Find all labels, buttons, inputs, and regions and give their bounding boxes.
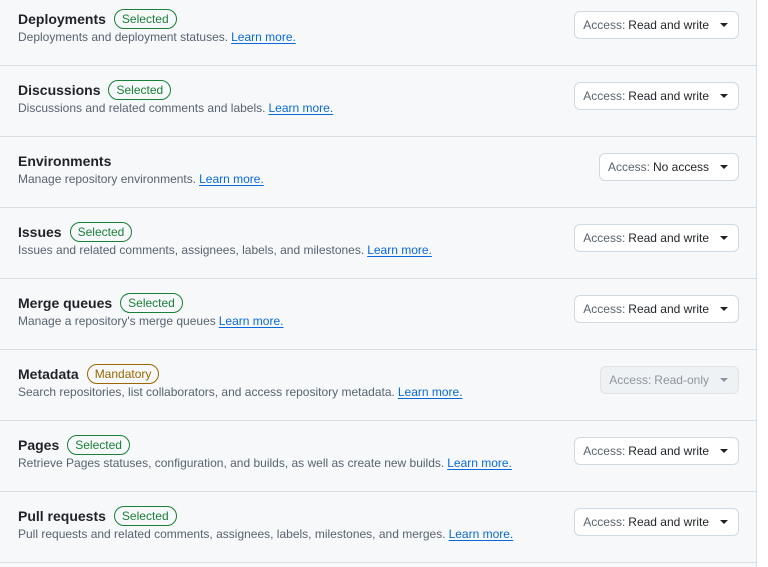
permission-name: Metadata <box>18 366 79 382</box>
permission-row-metadata: Metadata Mandatory Search repositories, … <box>0 350 756 421</box>
selected-badge: Selected <box>67 435 130 455</box>
access-dropdown-button-disabled: Access: Read-only <box>600 366 739 394</box>
permission-description-line: Deployments and deployment statuses. Lear… <box>18 29 296 45</box>
permission-description-line: Discussions and related comments and lab… <box>18 100 333 116</box>
access-value: Read and write <box>628 515 709 529</box>
permission-name: Pull requests <box>18 508 106 524</box>
access-dropdown-button[interactable]: Access: Read and write <box>574 82 739 110</box>
permission-name: Merge queues <box>18 295 113 311</box>
learn-more-link[interactable]: Learn more. <box>449 527 514 541</box>
access-value: No access <box>652 160 709 174</box>
learn-more-link[interactable]: Learn more. <box>447 456 512 470</box>
caret-down-icon <box>720 449 728 453</box>
mandatory-badge: Mandatory <box>86 364 160 384</box>
access-label: Access: <box>609 373 652 387</box>
access-label: Access: <box>583 18 626 32</box>
permission-title-group: Issues Selected <box>18 222 133 242</box>
permission-row-environments: Environments Manage repository environme… <box>0 137 756 208</box>
caret-down-icon <box>720 23 728 27</box>
permission-description-line: Search repositories, list collaborators,… <box>18 384 463 400</box>
access-label: Access: <box>583 302 626 316</box>
access-value: Read and write <box>628 89 709 103</box>
learn-more-link[interactable]: Learn more. <box>268 101 333 115</box>
permission-title-group: Discussions Selected <box>18 80 172 100</box>
caret-down-icon <box>720 520 728 524</box>
permission-row-pull-requests: Pull requests Selected Pull requests and… <box>0 492 756 563</box>
permission-description: Search repositories, list collaborators,… <box>18 385 395 399</box>
caret-down-icon <box>720 236 728 240</box>
repository-permissions-list: Deployments Selected Deployments and dep… <box>0 0 757 567</box>
permission-description: Manage repository environments. <box>18 172 197 186</box>
permission-description: Issues and related comments, assignees, … <box>18 243 365 257</box>
selected-badge: Selected <box>113 506 177 526</box>
permission-title-group: Metadata Mandatory <box>18 364 160 384</box>
permission-title-group: Pull requests Selected <box>18 506 177 526</box>
permission-name: Environments <box>18 153 112 169</box>
access-dropdown-button[interactable]: Access: Read and write <box>574 508 739 536</box>
learn-more-link[interactable]: Learn more. <box>367 243 432 257</box>
permission-name: Deployments <box>18 11 106 27</box>
access-value: Read and write <box>628 302 709 316</box>
access-label: Access: <box>583 515 626 529</box>
access-dropdown-button[interactable]: Access: Read and write <box>574 295 739 323</box>
access-label: Access: <box>583 444 626 458</box>
access-label: Access: <box>607 160 650 174</box>
permission-title-group: Pages Selected <box>18 435 130 455</box>
access-dropdown-button[interactable]: Access: Read and write <box>574 11 739 39</box>
access-dropdown-button[interactable]: Access: Read and write <box>574 224 739 252</box>
selected-badge: Selected <box>108 80 172 100</box>
learn-more-link[interactable]: Learn more. <box>398 385 463 399</box>
permission-description-line: Pull requests and related comments, assi… <box>18 526 513 542</box>
selected-badge: Selected <box>69 222 133 242</box>
permission-description: Deployments and deployment statuses. <box>18 30 229 44</box>
permission-description-line: Manage a repository's merge queues Learn … <box>18 313 283 329</box>
access-value: Read-only <box>654 373 709 387</box>
access-value: Read and write <box>628 18 709 32</box>
selected-badge: Selected <box>113 9 177 29</box>
permission-description: Discussions and related comments and lab… <box>18 101 266 115</box>
permission-name: Issues <box>18 224 62 240</box>
permission-description-line: Issues and related comments, assignees, … <box>18 242 432 258</box>
permission-row-pages: Pages Selected Retrieve Pages statuses, … <box>0 421 756 492</box>
selected-badge: Selected <box>120 293 183 313</box>
permission-description: Manage a repository's merge queues <box>18 314 216 328</box>
access-value: Read and write <box>628 444 709 458</box>
access-label: Access: <box>583 89 626 103</box>
permission-title-group: Merge queues Selected <box>18 293 183 313</box>
caret-down-icon <box>720 307 728 311</box>
permission-title-group: Environments <box>18 151 111 171</box>
caret-down-icon <box>720 378 728 382</box>
permission-name: Discussions <box>18 82 101 98</box>
learn-more-link[interactable]: Learn more. <box>199 172 264 186</box>
permission-row-discussions: Discussions Selected Discussions and rel… <box>0 66 756 137</box>
permission-row-deployments: Deployments Selected Deployments and dep… <box>0 0 756 66</box>
learn-more-link[interactable]: Learn more. <box>219 314 284 328</box>
permission-row-merge-queues: Merge queues Selected Manage a repositor… <box>0 279 756 350</box>
caret-down-icon <box>720 165 728 169</box>
permission-description-line: Retrieve Pages statuses, configuration, … <box>18 455 512 471</box>
access-label: Access: <box>583 231 626 245</box>
permission-description: Pull requests and related comments, assi… <box>18 527 446 541</box>
permission-row-issues: Issues Selected Issues and related comme… <box>0 208 756 279</box>
access-dropdown-button[interactable]: Access: Read and write <box>574 437 739 465</box>
learn-more-link[interactable]: Learn more. <box>231 30 296 44</box>
permission-title-group: Deployments Selected <box>18 9 177 29</box>
permission-name: Pages <box>18 437 60 453</box>
access-dropdown-button[interactable]: Access: No access <box>598 153 739 181</box>
permission-description-line: Manage repository environments. Learn mor… <box>18 171 264 187</box>
caret-down-icon <box>720 94 728 98</box>
access-value: Read and write <box>628 231 709 245</box>
permission-description: Retrieve Pages statuses, configuration, … <box>18 456 445 470</box>
